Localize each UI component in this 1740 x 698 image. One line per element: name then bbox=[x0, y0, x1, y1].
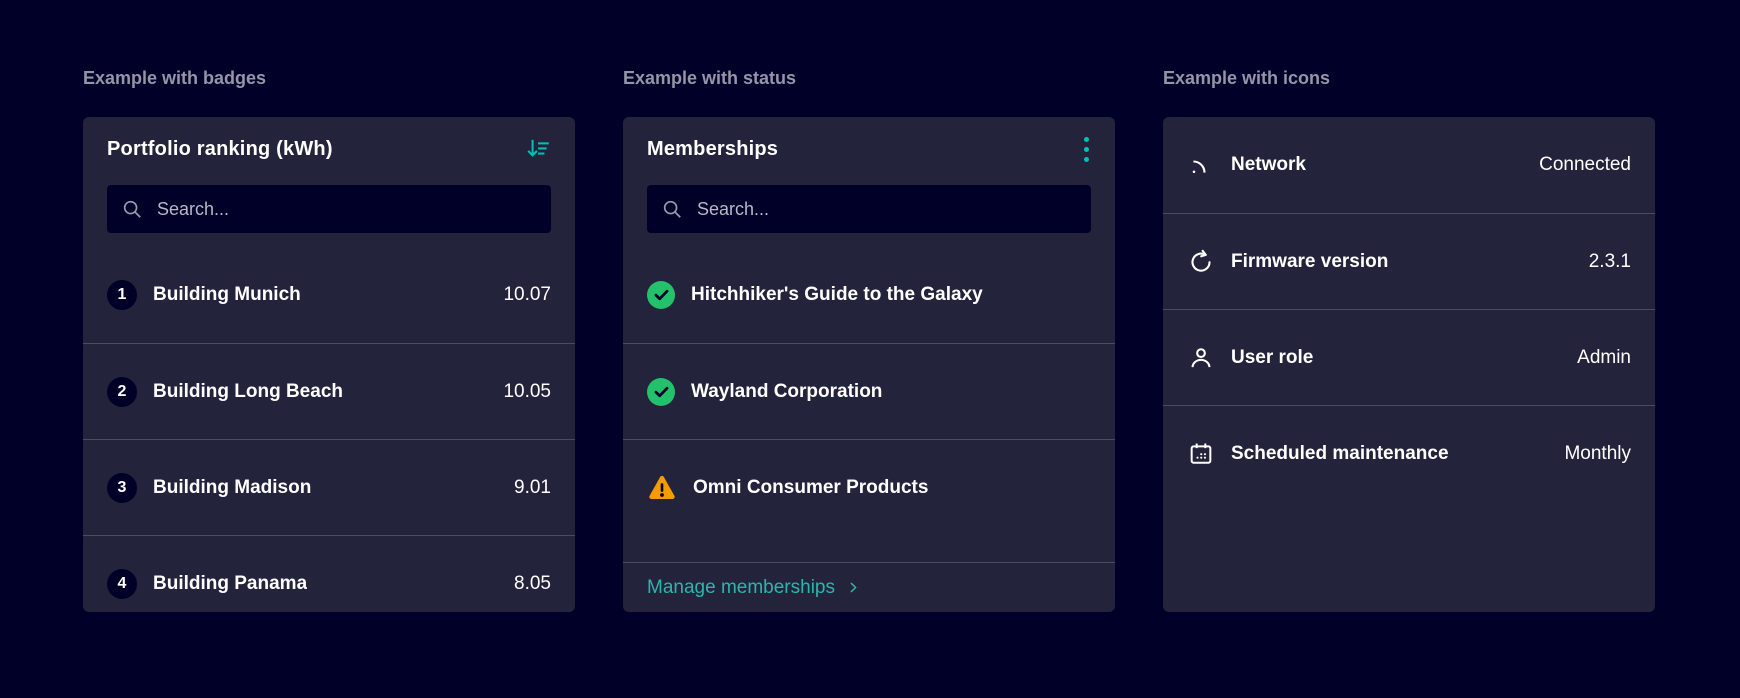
list-item-label: Hitchhiker's Guide to the Galaxy bbox=[691, 284, 983, 305]
list-item-value: 10.05 bbox=[503, 380, 551, 402]
firmware-refresh-icon bbox=[1187, 248, 1215, 276]
search-field[interactable] bbox=[107, 185, 551, 233]
info-row-value: 2.3.1 bbox=[1588, 250, 1631, 272]
info-row-label: Scheduled maintenance bbox=[1231, 442, 1449, 464]
device-info-card: Network Connected Firmware version 2.3.1 bbox=[1163, 117, 1655, 612]
list-item[interactable]: 3 Building Madison 9.01 bbox=[83, 439, 575, 535]
component-examples-page: Example with badges Portfolio ranking (k… bbox=[0, 0, 1740, 698]
list-item-value: 9.01 bbox=[514, 476, 551, 498]
info-row: Scheduled maintenance Monthly bbox=[1163, 405, 1655, 501]
info-row: Firmware version 2.3.1 bbox=[1163, 213, 1655, 309]
info-row-label: Firmware version bbox=[1231, 250, 1389, 272]
calendar-icon bbox=[1187, 440, 1215, 468]
section-icons: Example with icons Network Connected Fir… bbox=[1163, 64, 1655, 698]
search-icon bbox=[661, 198, 683, 220]
info-row-label: Network bbox=[1231, 154, 1306, 175]
card-header: Portfolio ranking (kWh) bbox=[83, 117, 575, 181]
list-item[interactable]: 2 Building Long Beach 10.05 bbox=[83, 343, 575, 439]
membership-list: Hitchhiker's Guide to the Galaxy Wayland… bbox=[623, 247, 1115, 562]
network-icon bbox=[1187, 151, 1215, 179]
search-field[interactable] bbox=[647, 185, 1091, 233]
list-item-label: Building Long Beach bbox=[153, 380, 343, 402]
rank-badge: 3 bbox=[107, 472, 137, 503]
info-row-value: Connected bbox=[1539, 154, 1631, 175]
list-item-value: 10.07 bbox=[503, 284, 551, 305]
list-item-label: Omni Consumer Products bbox=[693, 476, 929, 498]
list-item-label: Building Munich bbox=[153, 284, 301, 305]
success-check-icon bbox=[647, 281, 675, 309]
list-item[interactable]: Wayland Corporation bbox=[623, 343, 1115, 439]
section-heading-status: Example with status bbox=[623, 68, 797, 88]
info-row-value: Admin bbox=[1577, 346, 1631, 368]
manage-memberships-link[interactable]: Manage memberships bbox=[647, 577, 860, 599]
list-item-label: Building Panama bbox=[153, 572, 308, 594]
card-header: Memberships bbox=[623, 117, 1115, 181]
memberships-card: Memberships Search... Hitchhiker's Guide… bbox=[623, 117, 1115, 612]
list-item-value: 8.05 bbox=[514, 572, 551, 594]
list-item[interactable]: 1 Building Munich 10.07 bbox=[83, 247, 575, 343]
success-check-icon bbox=[647, 377, 675, 406]
chevron-right-icon bbox=[847, 581, 860, 594]
search-icon bbox=[121, 198, 143, 220]
info-row: User role Admin bbox=[1163, 309, 1655, 405]
card-footer: Manage memberships bbox=[623, 562, 1115, 612]
section-badges: Example with badges Portfolio ranking (k… bbox=[83, 64, 575, 698]
info-row-value: Monthly bbox=[1564, 442, 1631, 464]
search-input[interactable] bbox=[695, 197, 1077, 221]
section-status: Example with status Memberships Search..… bbox=[623, 64, 1115, 698]
section-heading-badges: Example with badges bbox=[83, 68, 267, 88]
list-item-label: Building Madison bbox=[153, 476, 312, 498]
user-icon bbox=[1187, 344, 1215, 372]
list-item-label: Wayland Corporation bbox=[691, 380, 883, 402]
info-row: Network Connected bbox=[1163, 117, 1655, 213]
card-title: Portfolio ranking (kWh) bbox=[107, 137, 333, 160]
warning-triangle-icon bbox=[647, 474, 677, 502]
manage-memberships-label: Manage memberships bbox=[647, 576, 835, 598]
info-row-label: User role bbox=[1231, 346, 1314, 368]
search-input[interactable] bbox=[155, 197, 537, 221]
card-title: Memberships bbox=[647, 137, 779, 160]
rank-badge: 4 bbox=[107, 568, 137, 599]
rank-badge: 1 bbox=[107, 280, 137, 310]
portfolio-ranking-card: Portfolio ranking (kWh) 1 bbox=[83, 117, 575, 612]
sort-descending-icon[interactable] bbox=[521, 132, 555, 166]
rank-badge: 2 bbox=[107, 376, 137, 407]
list-item[interactable]: Hitchhiker's Guide to the Galaxy bbox=[623, 247, 1115, 343]
list-item[interactable]: 4 Building Panama 8.05 bbox=[83, 535, 575, 612]
section-heading-icons: Example with icons bbox=[1163, 68, 1331, 88]
kebab-menu-icon[interactable] bbox=[1078, 131, 1095, 168]
list-item[interactable]: Omni Consumer Products bbox=[623, 439, 1115, 535]
ranking-list: 1 Building Munich 10.07 2 Building Long … bbox=[83, 247, 575, 612]
